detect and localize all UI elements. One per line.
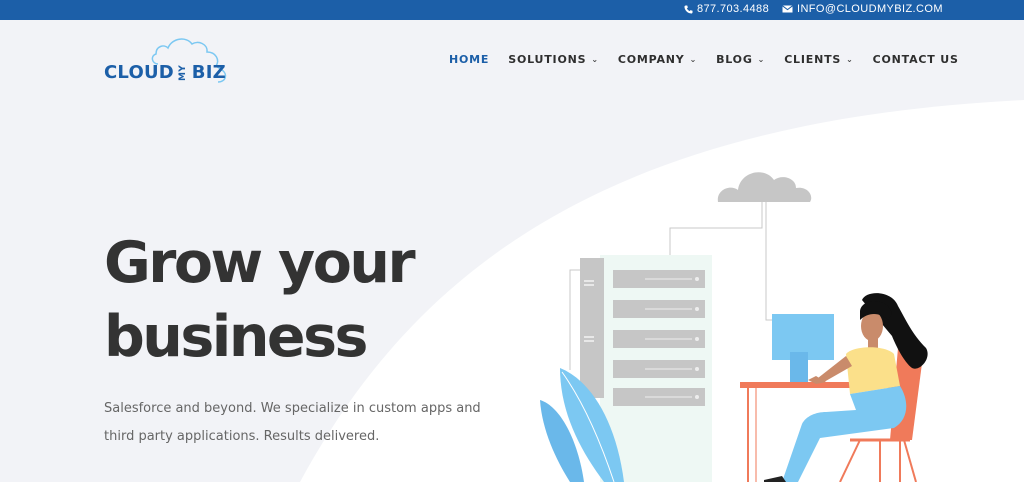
email-link[interactable]: INFO@CLOUDMYBIZ.COM: [782, 3, 943, 15]
chevron-down-icon: ⌄: [591, 55, 599, 64]
nav-solutions-label: SOLUTIONS: [508, 53, 587, 66]
phone-link[interactable]: 877.703.4488: [684, 3, 769, 15]
chevron-down-icon: ⌄: [757, 55, 766, 64]
hero-illustration: [540, 172, 928, 482]
logo-text-biz: BIZ: [191, 62, 226, 83]
nav-contact-us[interactable]: CONTACT US: [873, 53, 959, 66]
phone-number: 877.703.4488: [697, 3, 770, 15]
envelope-icon: [782, 5, 793, 13]
nav-contact-label: CONTACT US: [872, 53, 959, 66]
logo-text-cloud: CLOUD: [104, 62, 174, 83]
hero-subtitle: Salesforce and beyond. We specialize in …: [104, 401, 481, 444]
server-tower: [580, 258, 604, 398]
chevron-down-icon: ⌄: [689, 55, 698, 64]
cloudmybiz-logo[interactable]: CLOUD MY BIZ: [104, 36, 234, 86]
nav-home-label: HOME: [449, 53, 490, 66]
main-navigation: HOME SOLUTIONS ⌄ COMPANY ⌄ BLOG ⌄ CLIENT…: [449, 53, 959, 66]
logo-wordmark: CLOUD MY BIZ: [104, 62, 226, 83]
hero-title-line2: business: [104, 304, 368, 370]
top-contact-bar: 877.703.4488 INFO@CLOUDMYBIZ.COM: [0, 0, 1024, 20]
chevron-down-icon: ⌄: [846, 55, 854, 64]
hero-title: Grow your business: [104, 226, 524, 374]
nav-blog-label: BLOG: [716, 53, 753, 66]
nav-clients-label: CLIENTS: [784, 53, 842, 66]
site-header: CLOUD MY BIZ HOME SOLUTIONS ⌄ COMPANY ⌄ BL…: [0, 20, 1024, 100]
nav-solutions[interactable]: SOLUTIONS ⌄: [508, 53, 599, 66]
email-address: INFO@CLOUDMYBIZ.COM: [797, 3, 943, 15]
hero-title-line1: Grow your: [104, 230, 416, 296]
nav-clients[interactable]: CLIENTS ⌄: [784, 53, 853, 66]
cloud-icon: [717, 172, 812, 202]
logo-text-my: MY: [177, 65, 188, 81]
nav-blog[interactable]: BLOG ⌄: [716, 53, 765, 66]
nav-company-label: COMPANY: [617, 53, 685, 66]
nav-home[interactable]: HOME: [449, 53, 489, 66]
computer-monitor: [772, 314, 834, 382]
nav-company[interactable]: COMPANY ⌄: [618, 53, 697, 66]
phone-icon: [684, 4, 693, 14]
